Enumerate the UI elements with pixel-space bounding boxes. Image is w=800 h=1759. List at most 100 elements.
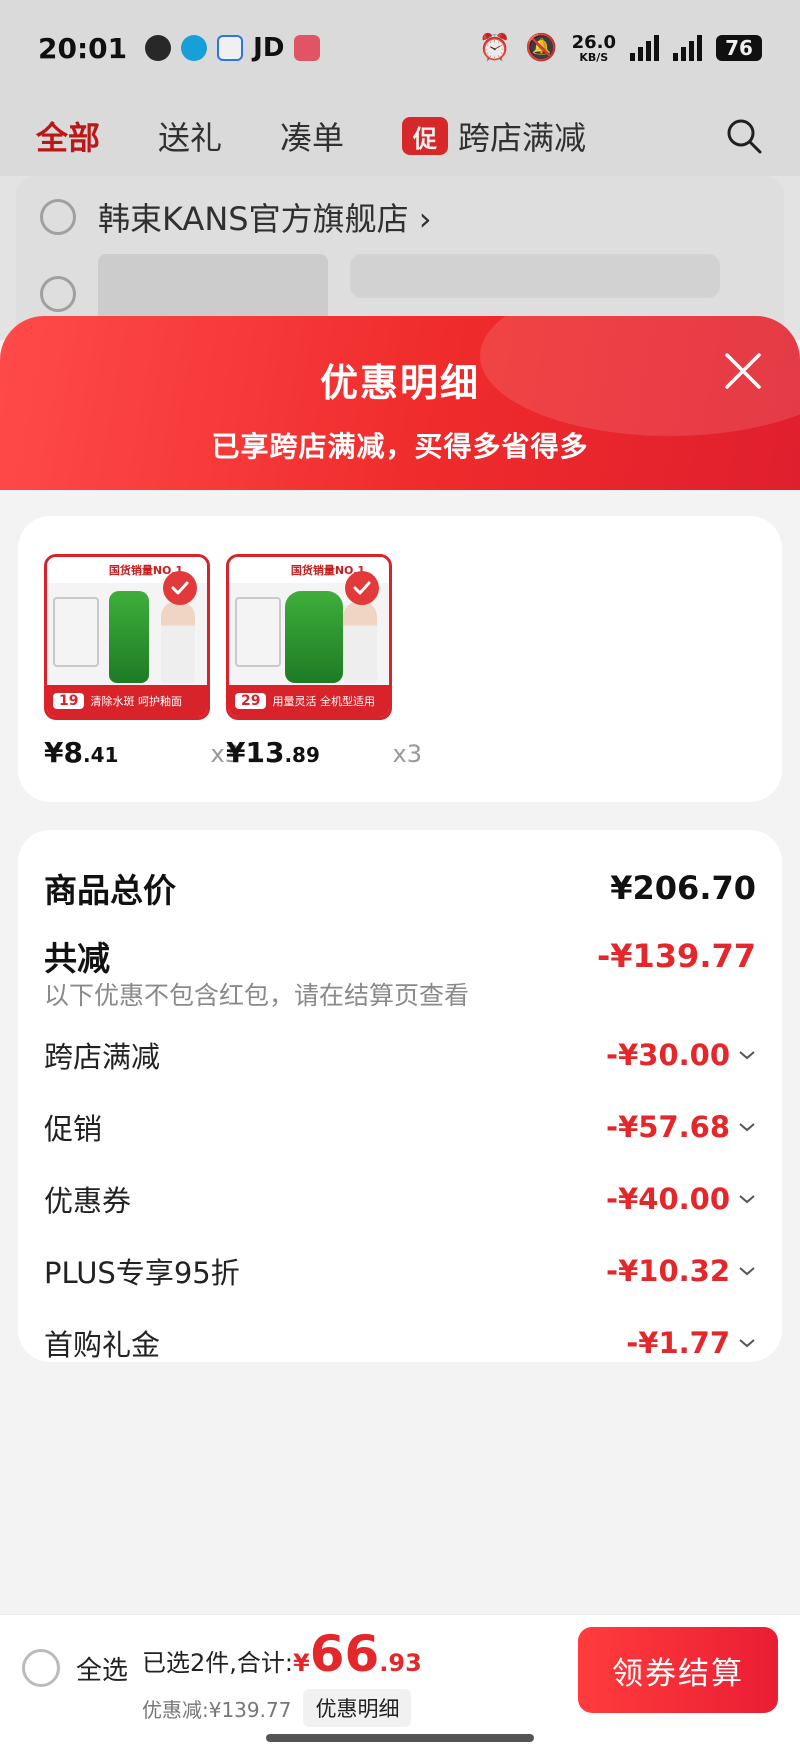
discount-sheet-header: 优惠明细 已享跨店满减，买得多省得多 — [0, 316, 800, 490]
browser-icon — [217, 35, 244, 61]
discount-value: -¥40.00 — [606, 1182, 756, 1216]
bottle-graphic — [285, 591, 343, 683]
checkout-button[interactable]: 领券结算 — [578, 1627, 778, 1713]
chevron-down-icon — [739, 1195, 755, 1204]
selected-item[interactable]: 国货销量NO.1 29 用量灵活 全机型适用 ¥13.89 x3 — [226, 554, 422, 769]
select-all-label: 全选 — [76, 1655, 129, 1686]
status-app-icons: JD — [145, 33, 321, 63]
total-price-label: 商品总价 — [44, 871, 176, 910]
chevron-down-icon — [739, 1123, 755, 1132]
product-description — [350, 254, 720, 298]
selected-items-card: 国货销量NO.1 19 清除水斑 呵护釉面 ¥8.41 x3 国货销量NO.1 — [18, 516, 782, 802]
item-price-int: ¥13 — [226, 736, 285, 769]
tab-cross-store-label: 跨店满减 — [458, 119, 587, 157]
thumb-caption: 清除水斑 呵护釉面 — [90, 695, 182, 708]
item-price: ¥13.89 — [226, 736, 320, 769]
cart-total: 已选2件,合计: ¥ 66 .93 — [142, 1629, 422, 1679]
sheet-title: 优惠明细 — [319, 361, 480, 405]
tab-cross-store-discount[interactable]: 促 跨店满减 — [402, 113, 586, 159]
total-price-value: ¥206.70 — [610, 869, 756, 907]
net-speed-unit: KB/S — [579, 50, 609, 64]
qq-icon — [181, 35, 208, 61]
item-price-dec: .89 — [284, 743, 320, 767]
thumb-price: 29 — [235, 693, 267, 709]
select-all-radio[interactable] — [22, 1649, 60, 1687]
total-reduced-row: 共减 -¥139.77 — [44, 932, 756, 980]
tab-gift[interactable]: 送礼 — [158, 113, 222, 159]
discount-value: -¥57.68 — [606, 1110, 756, 1144]
discount-line-cross-store[interactable]: 跨店满减 -¥30.00 — [44, 1034, 756, 1076]
discount-line-promotion[interactable]: 促销 -¥57.68 — [44, 1106, 756, 1148]
item-price: ¥8.41 — [44, 736, 118, 769]
jd-app-label: JD — [253, 33, 285, 63]
signal-icon — [630, 35, 659, 61]
discount-amount: -¥30.00 — [606, 1038, 730, 1072]
checkmark-icon — [163, 571, 197, 605]
item-price-dec: .41 — [82, 743, 119, 767]
spokesperson-graphic — [161, 601, 195, 683]
home-indicator[interactable] — [266, 1734, 534, 1742]
discount-amount: -¥1.77 — [626, 1326, 730, 1360]
battery-icon: 76 — [716, 35, 762, 61]
bottle-graphic — [109, 591, 149, 683]
signal-icon — [673, 35, 702, 61]
discount-label: 跨店满减 — [44, 1040, 161, 1074]
store-card: 韩束KANS官方旗舰店 › — [16, 176, 784, 336]
total-price-row: 商品总价 ¥206.70 — [44, 864, 756, 912]
net-speed: 26.0 KB/S — [571, 31, 616, 64]
price-summary-card: 商品总价 ¥206.70 共减 -¥139.77 以下优惠不包含红包，请在结算页… — [18, 830, 782, 1362]
dish-rack-graphic — [53, 597, 99, 667]
discount-summary: 优惠减:¥139.77 优惠明细 — [142, 1689, 412, 1727]
tab-add-on[interactable]: 凑单 — [280, 113, 344, 159]
discount-line-plus[interactable]: PLUS专享95折 -¥10.32 — [44, 1250, 756, 1292]
total-reduced-value: -¥139.77 — [596, 937, 756, 975]
discount-detail-button[interactable]: 优惠明细 — [303, 1689, 412, 1727]
discount-label: 促销 — [44, 1112, 103, 1146]
chevron-down-icon — [739, 1339, 755, 1348]
status-time: 20:01 — [38, 31, 128, 65]
alarm-icon: ⏰ — [478, 33, 512, 63]
status-indicators: ⏰ 🔕 26.0 KB/S 76 — [479, 33, 762, 63]
discount-value: -¥30.00 — [606, 1038, 756, 1072]
discount-label: 优惠券 — [44, 1184, 132, 1218]
wechat-icon — [145, 35, 172, 61]
store-name[interactable]: 韩束KANS官方旗舰店 › — [98, 194, 432, 240]
discount-line-first-purchase[interactable]: 首购礼金 -¥1.77 — [44, 1322, 756, 1364]
discount-value: -¥10.32 — [606, 1254, 756, 1288]
total-amount-int: 66 — [309, 1625, 380, 1683]
select-all-toggle[interactable]: 全选 — [22, 1649, 128, 1687]
discount-sheet-body: 国货销量NO.1 19 清除水斑 呵护釉面 ¥8.41 x3 国货销量NO.1 — [0, 490, 800, 1614]
discount-amount-text: 优惠减:¥139.77 — [142, 1697, 292, 1722]
close-icon[interactable] — [722, 350, 764, 392]
status-bar: 20:01 JD ⏰ 🔕 26.0 KB/S 76 — [0, 0, 800, 96]
discount-label: 首购礼金 — [44, 1328, 161, 1362]
mute-icon: 🔕 — [525, 33, 558, 63]
discount-amount: -¥10.32 — [606, 1254, 730, 1288]
discount-amount: -¥40.00 — [606, 1182, 730, 1216]
discount-line-coupon[interactable]: 优惠券 -¥40.00 — [44, 1178, 756, 1220]
cart-tab-bar: 全部 送礼 凑单 促 跨店满减 — [0, 96, 800, 176]
discount-value: -¥1.77 — [626, 1326, 756, 1360]
total-amount-dec: .93 — [379, 1649, 422, 1677]
selected-count-label: 已选2件,合计: — [142, 1649, 293, 1677]
chevron-right-icon: › — [418, 200, 432, 238]
item-quantity: x3 — [392, 740, 422, 768]
chevron-down-icon — [739, 1051, 755, 1060]
store-select-radio[interactable] — [40, 199, 76, 235]
discount-amount: -¥57.68 — [606, 1110, 730, 1144]
product-thumbnail: 国货销量NO.1 19 清除水斑 呵护釉面 — [44, 554, 210, 720]
thumb-caption: 用量灵活 全机型适用 — [272, 695, 375, 708]
red-packet-note: 以下优惠不包含红包，请在结算页查看 — [44, 981, 470, 1010]
net-speed-value: 26.0 — [571, 31, 616, 53]
item-price-int: ¥8 — [44, 736, 83, 769]
spokesperson-graphic — [343, 601, 377, 683]
total-currency: ¥ — [292, 1649, 310, 1677]
selected-item[interactable]: 国货销量NO.1 19 清除水斑 呵护釉面 ¥8.41 x3 — [44, 554, 240, 769]
checkmark-icon — [345, 571, 379, 605]
search-icon[interactable] — [724, 116, 764, 156]
product-select-radio[interactable] — [40, 276, 76, 312]
store-name-text: 韩束KANS官方旗舰店 — [98, 200, 409, 238]
thumb-price: 19 — [53, 693, 85, 709]
tab-all[interactable]: 全部 — [36, 113, 100, 159]
chevron-down-icon — [739, 1267, 755, 1276]
